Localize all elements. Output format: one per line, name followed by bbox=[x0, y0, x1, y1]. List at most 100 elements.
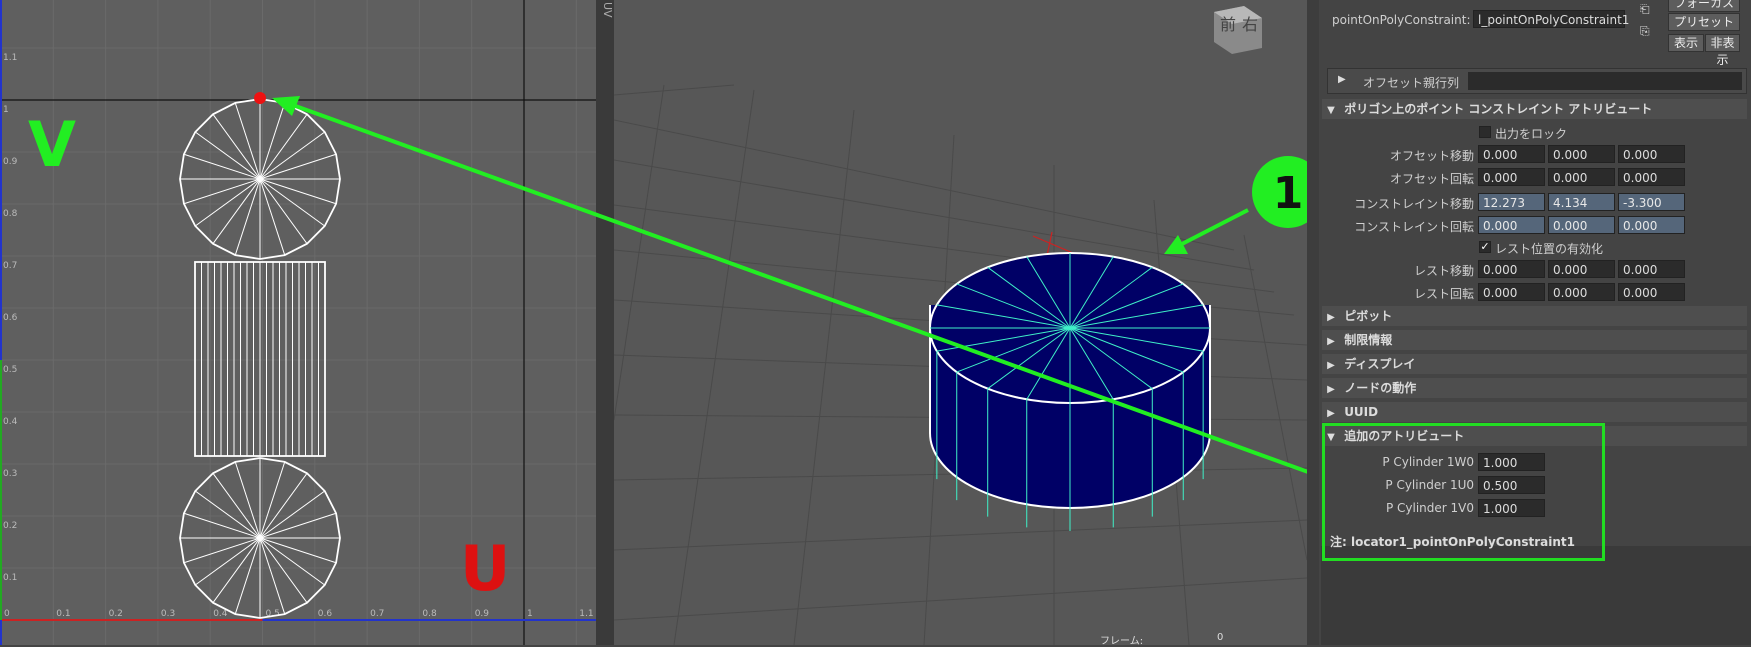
offset-translate-x[interactable]: 0.000 bbox=[1478, 145, 1545, 163]
constraint-rotate-y[interactable]: 0.000 bbox=[1548, 216, 1615, 234]
v-tick-label: 0.4 bbox=[3, 417, 18, 427]
v-tick-label: 0.9 bbox=[3, 157, 18, 167]
show-button[interactable]: 表示 bbox=[1668, 34, 1704, 52]
offset-translate-z[interactable]: 0.000 bbox=[1618, 145, 1685, 163]
preset-button[interactable]: プリセット bbox=[1668, 13, 1740, 31]
viewport-scene[interactable]: 前 右 bbox=[614, 0, 1307, 645]
offset-rotate-x[interactable]: 0.000 bbox=[1478, 168, 1545, 186]
frame-value: 0 bbox=[1217, 632, 1224, 643]
rest-enable-checkbox[interactable]: ✓ bbox=[1479, 241, 1491, 253]
offset-parent-matrix-field[interactable] bbox=[1468, 72, 1742, 90]
offset-parent-matrix-row[interactable]: ▶ オフセット親行列 bbox=[1327, 68, 1747, 94]
expand-triangle-icon: ▶ bbox=[1327, 384, 1335, 395]
offset-translate-y[interactable]: 0.000 bbox=[1548, 145, 1615, 163]
load-attributes-icon[interactable]: ⎗ bbox=[1640, 2, 1650, 17]
rest-rotate-x[interactable]: 0.000 bbox=[1478, 283, 1545, 301]
uv-bottom-cap-shell-spoke bbox=[234, 537, 261, 615]
offset-translate-label: オフセット移動 bbox=[1389, 149, 1474, 163]
v-tick-label: 0.5 bbox=[3, 365, 17, 375]
v-tick-label: 0.3 bbox=[3, 469, 17, 479]
panel-divider[interactable]: UV bbox=[596, 0, 614, 645]
uv-bottom-cap-shell-spoke bbox=[234, 461, 261, 539]
section-pivot[interactable]: ▶ ピボット bbox=[1322, 306, 1747, 326]
uv-top-cap-shell-spoke bbox=[259, 102, 286, 180]
uv-bottom-cap-shell-spoke bbox=[259, 461, 286, 539]
uv-top-cap-shell-spoke bbox=[194, 178, 261, 227]
offset-rotate-z[interactable]: 0.000 bbox=[1618, 168, 1685, 186]
u-tick-label: 0.3 bbox=[161, 609, 175, 619]
u-tick-label: 1 bbox=[527, 609, 533, 619]
rest-translate-label: レスト移動 bbox=[1413, 264, 1474, 278]
expand-triangle-icon: ▶ bbox=[1327, 312, 1335, 323]
uv-top-cap-shell-spoke bbox=[183, 178, 261, 205]
uv-bottom-cap-shell-spoke bbox=[194, 537, 261, 586]
node-name-field[interactable]: l_pointOnPolyConstraint1 bbox=[1473, 10, 1629, 28]
3d-viewport[interactable]: 前 右 bbox=[614, 0, 1307, 645]
constraint-translate-y[interactable]: 4.134 bbox=[1548, 193, 1615, 211]
v-tick-label: 0.2 bbox=[3, 521, 17, 531]
u-tick-label: 0 bbox=[4, 609, 10, 619]
v-tick-label: 0.6 bbox=[3, 313, 18, 323]
hide-button[interactable]: 非表示 bbox=[1705, 34, 1740, 67]
focus-button[interactable]: フォーカス bbox=[1668, 0, 1740, 12]
section-uuid-label: UUID bbox=[1344, 405, 1379, 419]
rest-enable-label: レスト位置の有効化 bbox=[1495, 242, 1604, 256]
collapse-triangle-icon: ▼ bbox=[1327, 105, 1335, 116]
cylinder-mesh[interactable] bbox=[929, 252, 1211, 531]
copy-tab-icon[interactable]: ⎘ bbox=[1640, 24, 1650, 39]
u-axis-annotation: U bbox=[460, 532, 511, 605]
section-pivot-label: ピボット bbox=[1344, 309, 1393, 323]
rest-translate-y[interactable]: 0.000 bbox=[1548, 260, 1615, 278]
section-limit-info-label: 制限情報 bbox=[1344, 333, 1393, 347]
constraint-rotate-x[interactable]: 0.000 bbox=[1478, 216, 1545, 234]
highlight-box bbox=[1322, 423, 1605, 561]
v-tick-label: 0.8 bbox=[3, 209, 18, 219]
u-tick-label: 0.2 bbox=[109, 609, 123, 619]
uv-bottom-cap-shell-spoke bbox=[212, 537, 261, 604]
rest-rotate-y[interactable]: 0.000 bbox=[1548, 283, 1615, 301]
v-tick-label: 0.1 bbox=[3, 573, 17, 583]
rest-translate-z[interactable]: 0.000 bbox=[1618, 260, 1685, 278]
ae-splitter[interactable] bbox=[1307, 0, 1319, 645]
uv-top-cap-shell-spoke bbox=[194, 131, 261, 180]
uv-top-cap-shell-spoke bbox=[259, 153, 337, 180]
uv-editor-panel[interactable]: 0 0.1 0.2 0.3 0.4 0.5 0.6 0.7 0.8 0.9 1 1.1 1.1 1 0.9 0… bbox=[0, 0, 596, 645]
expand-triangle-icon: ▶ bbox=[1327, 360, 1335, 371]
point-on-poly-section-header[interactable]: ▼ ポリゴン上のポイント コンストレイント アトリビュート bbox=[1322, 99, 1747, 119]
uv-top-cap-shell-spoke bbox=[212, 113, 261, 180]
view-cube-right: 右 bbox=[1242, 15, 1258, 34]
u-tick-label: 0.7 bbox=[370, 609, 384, 619]
rest-rotate-z[interactable]: 0.000 bbox=[1618, 283, 1685, 301]
rest-rotate-label: レスト回転 bbox=[1413, 287, 1474, 301]
constraint-translate-z[interactable]: -3.300 bbox=[1618, 193, 1685, 211]
uv-bottom-cap-shell-spoke bbox=[259, 537, 337, 564]
constraint-rotate-z[interactable]: 0.000 bbox=[1618, 216, 1685, 234]
section-display-label: ディスプレイ bbox=[1344, 357, 1416, 371]
section-node-behavior-label: ノードの動作 bbox=[1344, 381, 1417, 395]
lock-output-label: 出力をロック bbox=[1495, 127, 1568, 141]
offset-rotate-label: オフセット回転 bbox=[1389, 172, 1474, 186]
section-display[interactable]: ▶ ディスプレイ bbox=[1322, 354, 1747, 374]
divider-label: UV bbox=[601, 2, 614, 18]
section-node-behavior[interactable]: ▶ ノードの動作 bbox=[1322, 378, 1747, 398]
v-tick-label: 0.7 bbox=[3, 261, 17, 271]
uv-top-cap-shell-spoke bbox=[259, 113, 308, 180]
rest-translate-x[interactable]: 0.000 bbox=[1478, 260, 1545, 278]
view-cube-front: 前 bbox=[1220, 15, 1236, 34]
uv-bottom-cap-shell-spoke bbox=[183, 537, 261, 564]
lock-output-checkbox[interactable] bbox=[1479, 126, 1491, 138]
expand-triangle-icon: ▶ bbox=[1338, 74, 1346, 85]
u-tick-label: 0.6 bbox=[318, 609, 333, 619]
constraint-translate-x[interactable]: 12.273 bbox=[1478, 193, 1545, 211]
section-limit-info[interactable]: ▶ 制限情報 bbox=[1322, 330, 1747, 350]
offset-parent-matrix-label: オフセット親行列 bbox=[1363, 76, 1460, 90]
u-tick-label: 0.9 bbox=[475, 609, 490, 619]
section-uuid[interactable]: ▶ UUID bbox=[1322, 402, 1747, 422]
u-tick-label: 1.1 bbox=[579, 609, 593, 619]
constraint-rotate-label: コンストレイント回転 bbox=[1354, 220, 1474, 234]
view-cube[interactable]: 前 右 bbox=[1214, 6, 1262, 54]
offset-rotate-y[interactable]: 0.000 bbox=[1548, 168, 1615, 186]
uv-top-cap-shell-spoke bbox=[183, 153, 261, 180]
uv-pin-point bbox=[254, 92, 266, 104]
uv-bottom-cap-shell-spoke bbox=[259, 512, 337, 539]
